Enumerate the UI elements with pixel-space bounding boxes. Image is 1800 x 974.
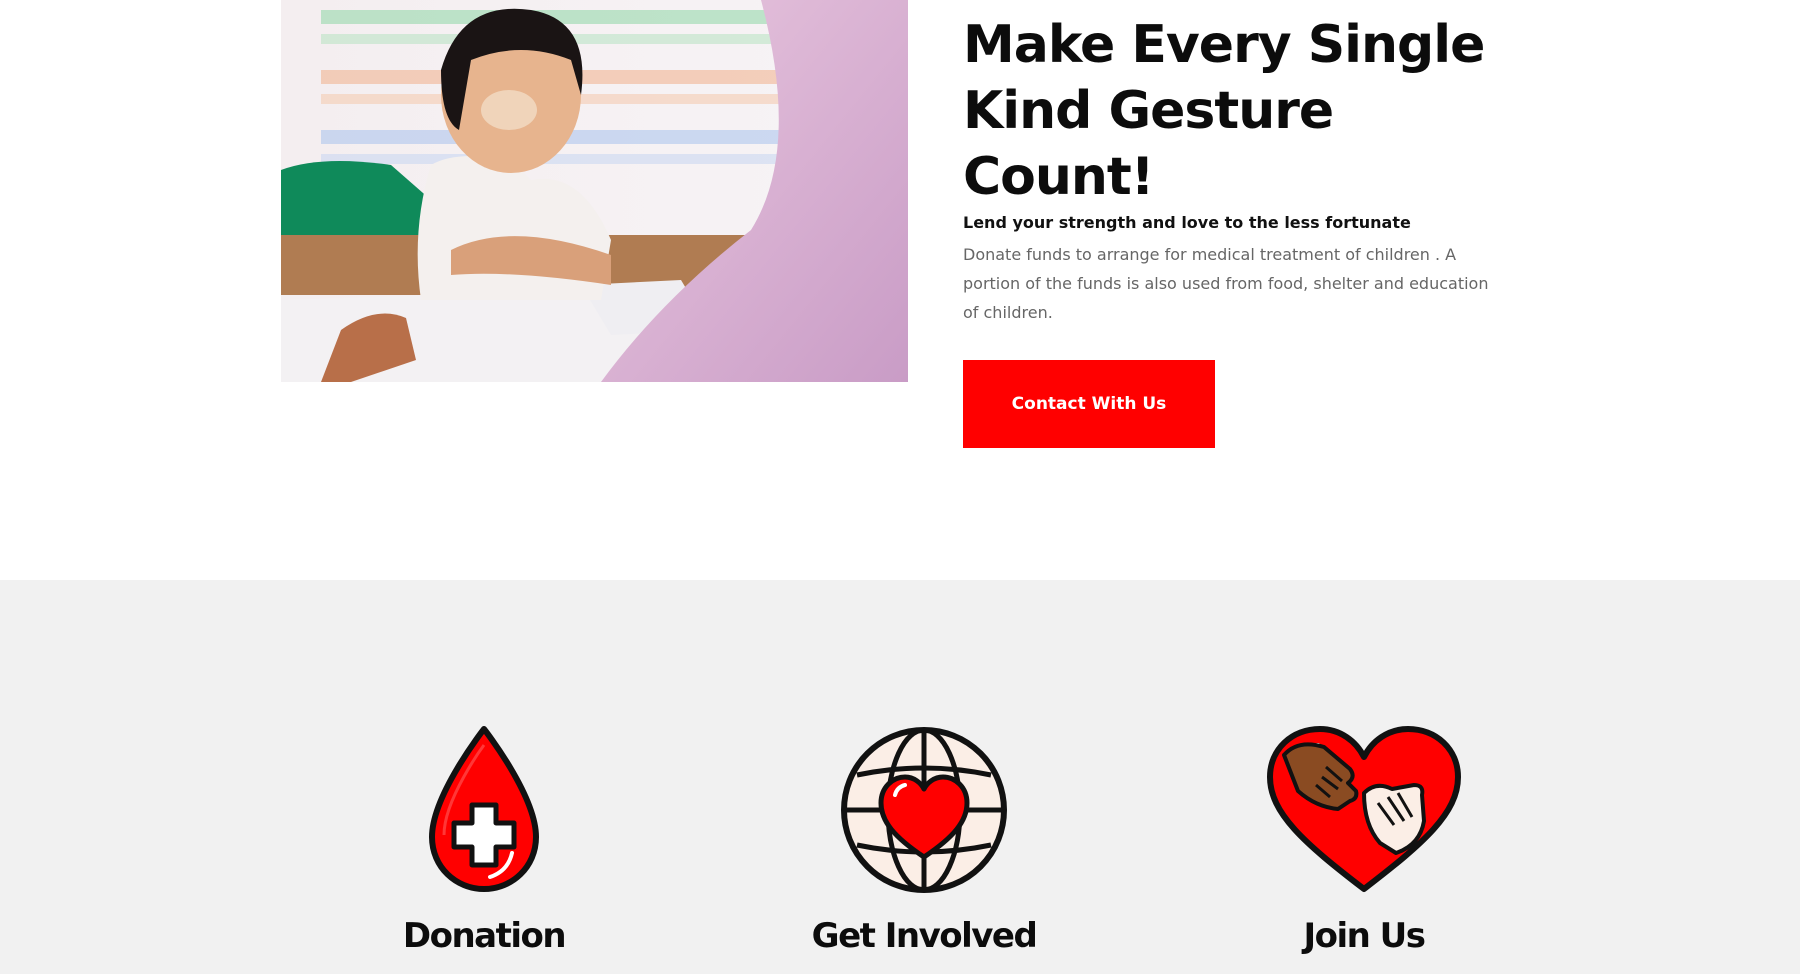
headline-line-1: Make Every Single bbox=[963, 15, 1485, 75]
hero-headline: Make Every Single Kind Gesture Count! bbox=[963, 12, 1523, 210]
feature-donation[interactable]: Donation bbox=[334, 725, 634, 965]
hero-section: Make Every Single Kind Gesture Count! Le… bbox=[0, 0, 1800, 580]
feature-join-us[interactable]: Join Us bbox=[1214, 725, 1514, 965]
globe-heart-icon bbox=[824, 725, 1024, 895]
hero-photo bbox=[281, 0, 908, 382]
features-section: Donation Get Involved Join Us bbox=[0, 580, 1800, 974]
hero-body-text: Donate funds to arrange for medical trea… bbox=[963, 245, 1489, 322]
contact-with-us-button[interactable]: Contact With Us bbox=[963, 360, 1215, 448]
feature-title: Join Us bbox=[1303, 916, 1426, 956]
headline-line-2: Kind Gesture Count! bbox=[963, 81, 1334, 207]
hero-subhead: Lend your strength and love to the less … bbox=[963, 213, 1411, 232]
heart-hands-icon bbox=[1264, 725, 1464, 895]
blood-drop-cross-icon bbox=[384, 725, 584, 895]
feature-title: Donation bbox=[402, 916, 567, 956]
feature-title: Get Involved bbox=[811, 916, 1038, 956]
feature-get-involved[interactable]: Get Involved bbox=[774, 725, 1074, 965]
